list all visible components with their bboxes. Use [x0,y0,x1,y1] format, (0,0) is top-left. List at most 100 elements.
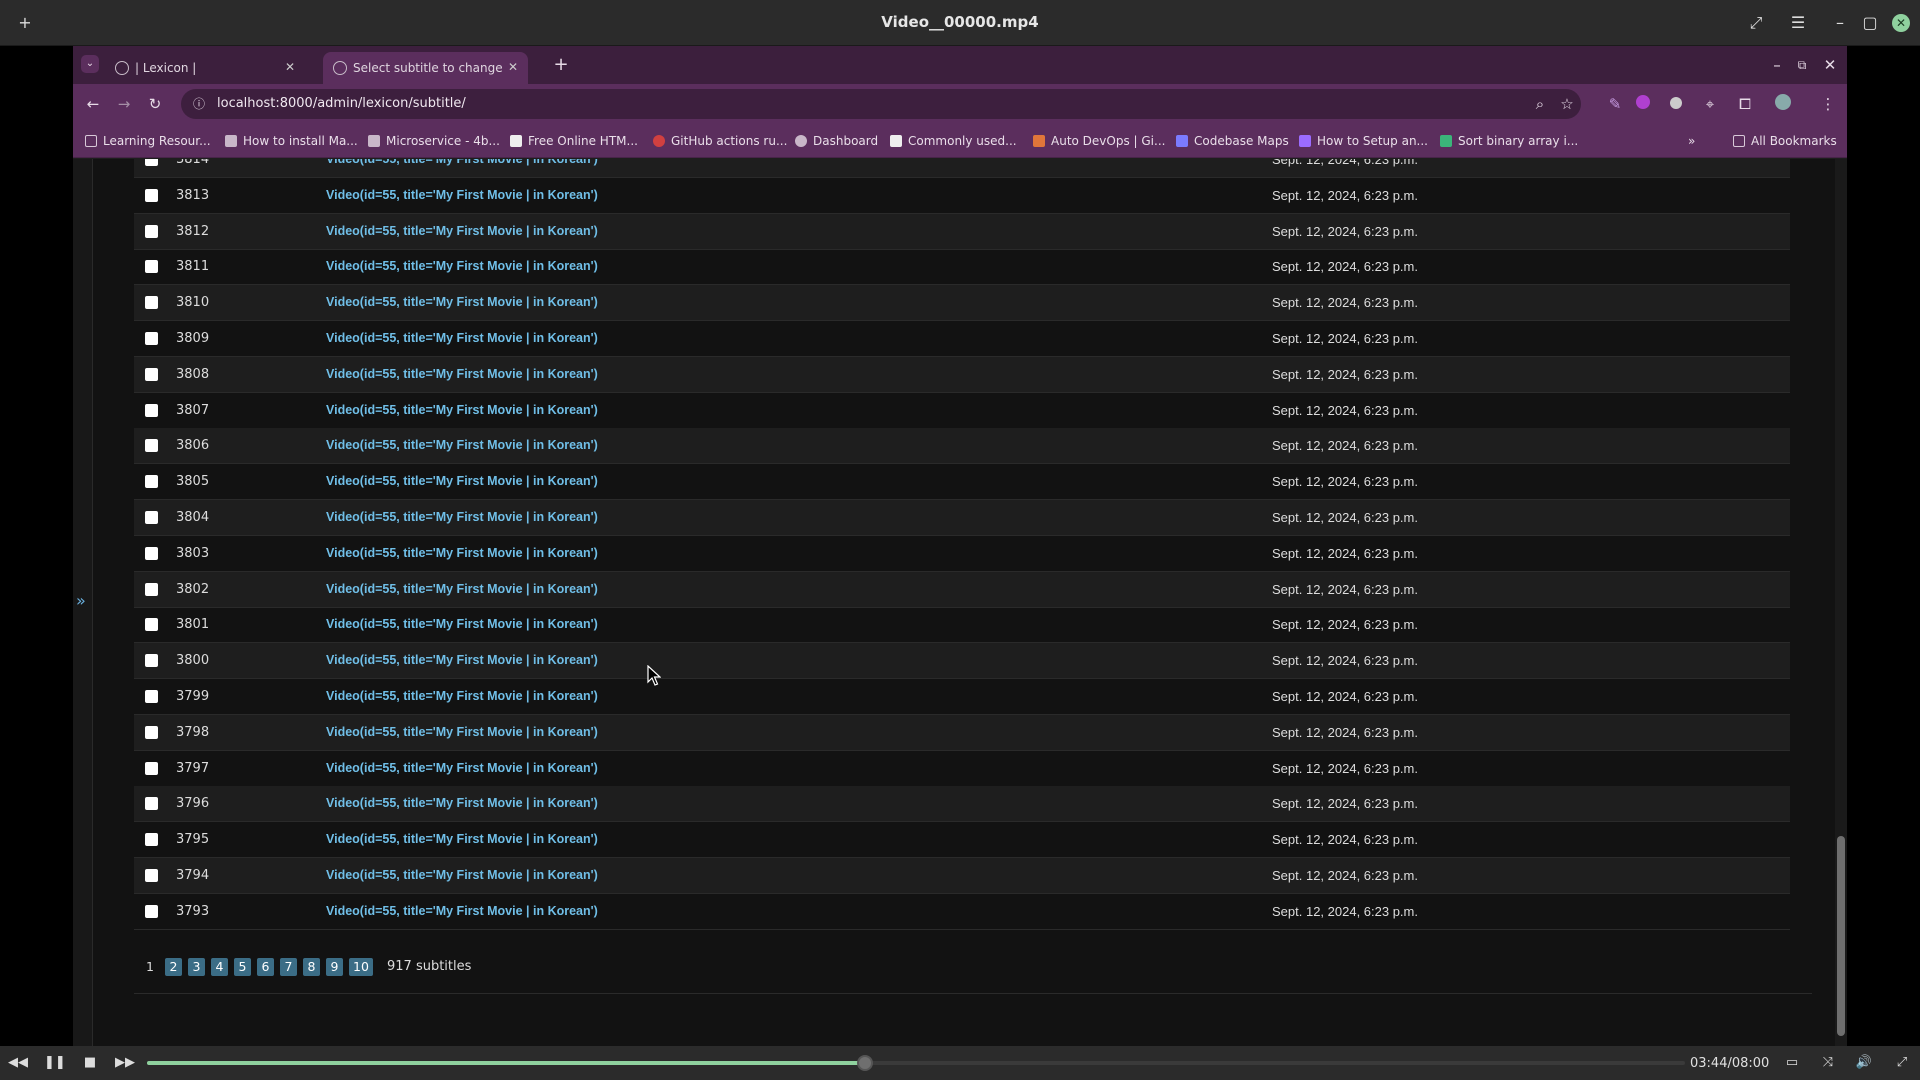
extension-pen-icon[interactable]: ✎ [1605,94,1625,114]
address-bar[interactable]: ⓘ localhost:8000/admin/lexicon/subtitle/… [181,89,1581,119]
row-link[interactable]: Video(id=55, title='My First Movie | in … [326,761,598,775]
page-link[interactable]: 5 [234,958,251,976]
row-link[interactable]: Video(id=55, title='My First Movie | in … [326,224,598,238]
row-checkbox[interactable] [145,260,158,274]
row-checkbox[interactable] [145,761,158,775]
page-link[interactable]: 7 [280,958,297,976]
row-checkbox[interactable] [145,403,158,417]
row-link[interactable]: Video(id=55, title='My First Movie | in … [326,403,598,417]
browser-restore-icon[interactable]: ⧉ [1792,55,1812,75]
player-fullscreen-icon[interactable]: ⤢ [1892,1055,1912,1071]
minimize-icon[interactable]: – [1828,11,1852,35]
all-bookmarks[interactable]: All Bookmarks [1733,134,1837,148]
menu-icon[interactable]: ☰ [1786,11,1810,35]
tab-lexicon[interactable]: | Lexicon | ✕ [105,52,305,84]
bookmark-item[interactable]: GitHub actions ru... [653,134,787,148]
stop-icon[interactable]: ■ [80,1055,100,1071]
fullscreen-icon[interactable]: ⤢ [1744,11,1768,35]
fast-forward-icon[interactable]: ▶▶ [115,1055,135,1071]
row-link[interactable]: Video(id=55, title='My First Movie | in … [326,438,598,452]
forward-icon[interactable]: → [114,94,134,114]
tab-close-icon[interactable]: ✕ [285,60,295,74]
tab-select-subtitle[interactable]: Select subtitle to change | Le ✕ [323,52,528,84]
row-checkbox[interactable] [145,224,158,238]
close-icon[interactable]: ✕ [1892,14,1910,32]
more-bookmarks-icon[interactable]: » [1688,134,1695,148]
zoom-icon[interactable]: ⌕ [1530,94,1550,114]
row-checkbox[interactable] [145,296,158,310]
row-checkbox[interactable] [145,188,158,202]
page-link[interactable]: 2 [165,958,182,976]
row-link[interactable]: Video(id=55, title='My First Movie | in … [326,832,598,846]
row-checkbox[interactable] [145,618,158,632]
reload-icon[interactable]: ↻ [145,94,165,114]
page-link[interactable]: 10 [349,958,373,976]
volume-icon[interactable]: 🔊 [1854,1055,1874,1071]
nav-sidebar-toggle[interactable]: » [73,159,93,1046]
extensions-puzzle-icon[interactable]: ⧠ [1735,94,1755,114]
pause-icon[interactable]: ❚❚ [44,1055,66,1071]
row-link[interactable]: Video(id=55, title='My First Movie | in … [326,188,598,202]
bookmark-item[interactable]: Codebase Maps [1176,134,1289,148]
row-checkbox[interactable] [145,833,158,847]
browser-close-icon[interactable]: ✕ [1820,55,1840,75]
row-link[interactable]: Video(id=55, title='My First Movie | in … [326,868,598,882]
page-link[interactable]: 3 [188,958,205,976]
row-link[interactable]: Video(id=55, title='My First Movie | in … [326,582,598,596]
row-link[interactable]: Video(id=55, title='My First Movie | in … [326,617,598,631]
bookmark-item[interactable]: Dashboard [795,134,878,148]
row-checkbox[interactable] [145,439,158,453]
row-checkbox[interactable] [145,367,158,381]
row-checkbox[interactable] [145,654,158,668]
back-icon[interactable]: ← [83,94,103,114]
row-link[interactable]: Video(id=55, title='My First Movie | in … [326,367,598,381]
new-tab-icon[interactable]: + [551,55,571,75]
bookmark-item[interactable]: Sort binary array i... [1440,134,1578,148]
row-link[interactable]: Video(id=55, title='My First Movie | in … [326,653,598,667]
browser-menu-icon[interactable]: ⋮ [1818,94,1838,114]
row-link[interactable]: Video(id=55, title='My First Movie | in … [326,546,598,560]
browser-minimize-icon[interactable]: – [1767,55,1787,75]
row-checkbox[interactable] [145,159,158,166]
maximize-icon[interactable]: ▢ [1858,11,1882,35]
url-text[interactable]: localhost:8000/admin/lexicon/subtitle/ [217,96,466,111]
rewind-icon[interactable]: ◀◀ [8,1055,28,1071]
page-link[interactable]: 4 [211,958,228,976]
shuffle-icon[interactable]: ⤨ [1818,1055,1838,1071]
row-checkbox[interactable] [145,904,158,918]
site-info-icon[interactable]: ⓘ [189,94,209,114]
bookmark-item[interactable]: Commonly used... [890,134,1017,148]
row-checkbox[interactable] [145,690,158,703]
row-checkbox[interactable] [145,546,158,560]
location-pin-icon[interactable]: ⌖ [1700,94,1720,114]
bookmark-star-icon[interactable]: ☆ [1557,94,1577,114]
row-link[interactable]: Video(id=55, title='My First Movie | in … [326,474,598,488]
seek-bar[interactable] [147,1055,1685,1071]
tab-close-icon[interactable]: ✕ [508,60,518,74]
tab-search-icon[interactable]: ⌄ [81,55,99,73]
row-link[interactable]: Video(id=55, title='My First Movie | in … [326,510,598,524]
page-link[interactable]: 8 [303,958,320,976]
row-link[interactable]: Video(id=55, title='My First Movie | in … [326,331,598,345]
row-checkbox[interactable] [145,511,158,524]
extension-dot-icon[interactable] [1666,94,1686,114]
bookmark-item[interactable]: How to Setup an... [1299,134,1428,148]
row-checkbox[interactable] [145,582,158,596]
page-scrollbar[interactable] [1835,159,1847,1046]
page-link[interactable]: 6 [257,958,274,976]
row-link[interactable]: Video(id=55, title='My First Movie | in … [326,725,598,739]
page-link[interactable]: 9 [326,958,343,976]
profile-avatar-icon[interactable] [1773,94,1793,114]
bookmark-item[interactable]: Auto DevOps | Gi... [1033,134,1165,148]
row-link[interactable]: Video(id=55, title='My First Movie | in … [326,904,598,918]
row-checkbox[interactable] [145,475,158,489]
scrollbar-thumb[interactable] [1837,836,1845,1036]
row-link[interactable]: Video(id=55, title='My First Movie | in … [326,259,598,273]
row-checkbox[interactable] [145,332,158,345]
bookmark-item[interactable]: How to install Ma... [225,134,358,148]
extension-circle-icon[interactable] [1633,94,1653,114]
row-link[interactable]: Video(id=55, title='My First Movie | in … [326,295,598,309]
row-checkbox[interactable] [145,797,158,811]
row-checkbox[interactable] [145,869,158,882]
bookmark-item[interactable]: Microservice - 4b... [368,134,500,148]
